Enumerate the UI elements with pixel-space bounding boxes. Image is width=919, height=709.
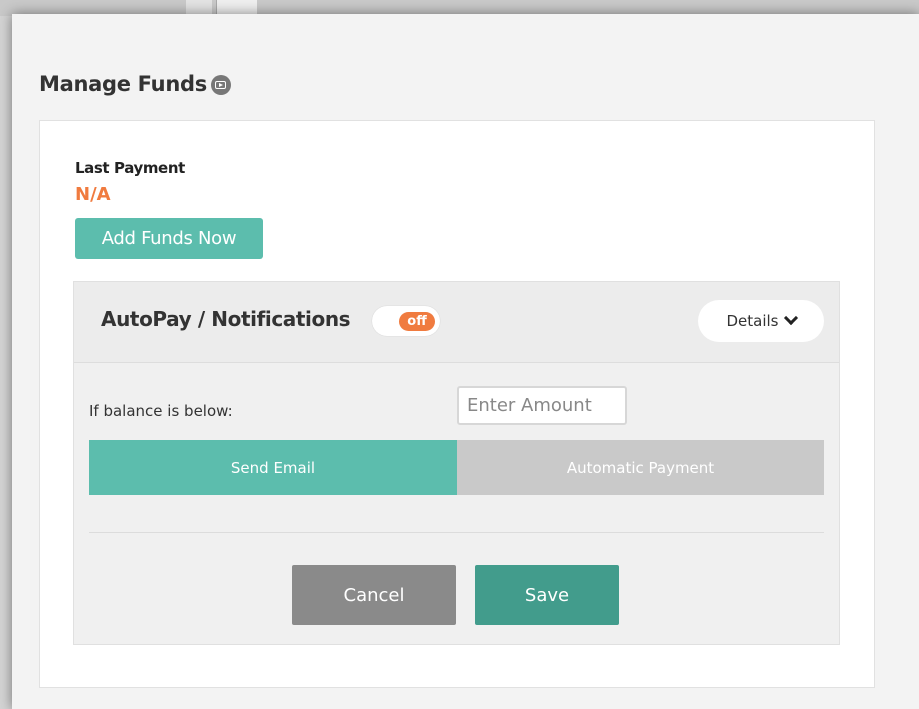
details-button[interactable]: Details bbox=[698, 300, 824, 342]
background-left-bar bbox=[0, 16, 12, 709]
autopay-header: AutoPay / Notifications off Details bbox=[74, 282, 839, 363]
autopay-section: AutoPay / Notifications off Details If b… bbox=[73, 281, 840, 645]
cancel-button[interactable]: Cancel bbox=[292, 565, 456, 625]
manage-funds-modal: Manage Funds Last Payment N/A Add Funds … bbox=[12, 14, 919, 709]
details-label: Details bbox=[726, 312, 779, 330]
amount-input[interactable] bbox=[457, 386, 627, 425]
autopay-toggle-state: off bbox=[399, 312, 435, 331]
video-icon[interactable] bbox=[210, 75, 231, 95]
balance-threshold-label: If balance is below: bbox=[89, 402, 233, 420]
notification-type-segment: Send Email Automatic Payment bbox=[89, 440, 824, 495]
last-payment-label: Last Payment bbox=[75, 159, 185, 177]
divider bbox=[89, 532, 824, 533]
send-email-option[interactable]: Send Email bbox=[89, 440, 457, 495]
autopay-title: AutoPay / Notifications bbox=[101, 307, 351, 331]
save-button[interactable]: Save bbox=[475, 565, 619, 625]
autopay-toggle[interactable]: off bbox=[372, 306, 440, 336]
add-funds-button[interactable]: Add Funds Now bbox=[75, 218, 263, 259]
modal-title-row: Manage Funds bbox=[39, 72, 231, 96]
funds-panel: Last Payment N/A Add Funds Now AutoPay /… bbox=[39, 120, 875, 688]
automatic-payment-option[interactable]: Automatic Payment bbox=[457, 440, 824, 495]
modal-title: Manage Funds bbox=[39, 72, 207, 96]
last-payment-value: N/A bbox=[75, 184, 111, 205]
chevron-down-icon bbox=[783, 310, 798, 326]
